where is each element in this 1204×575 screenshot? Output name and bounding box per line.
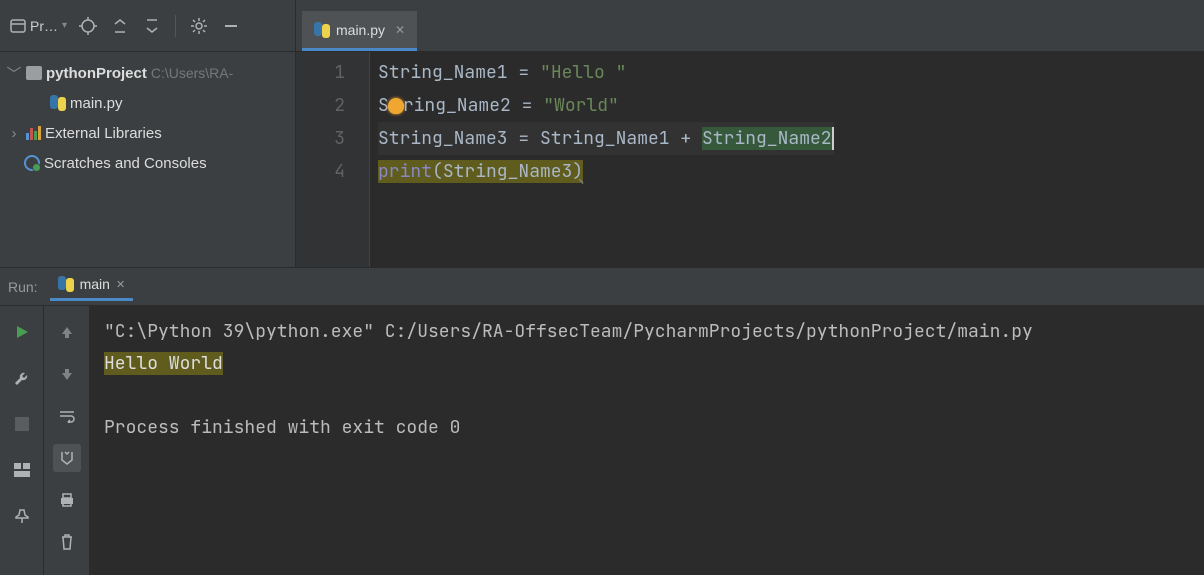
console-output-line: Hello World: [104, 348, 1190, 380]
pin-icon[interactable]: [8, 502, 36, 530]
external-libraries-label: External Libraries: [45, 125, 162, 142]
expand-all-icon[interactable]: [105, 11, 135, 41]
down-arrow-icon[interactable]: [53, 360, 81, 388]
locate-icon[interactable]: [73, 11, 103, 41]
tree-scratches[interactable]: Scratches and Consoles: [0, 148, 295, 178]
editor-tab-bar: main.py ✕: [296, 0, 1204, 52]
editor-tab-main[interactable]: main.py ✕: [302, 11, 417, 51]
up-arrow-icon[interactable]: [53, 318, 81, 346]
python-file-icon: [314, 22, 330, 38]
soft-wrap-icon[interactable]: [53, 402, 81, 430]
run-header: Run: main ✕: [0, 268, 1204, 306]
run-tab-main[interactable]: main ✕: [50, 272, 134, 301]
folder-icon: [26, 66, 42, 80]
console-command-line: "C:\Python 39\python.exe" C:/Users/RA-Of…: [104, 316, 1190, 348]
run-console-gutter: [44, 306, 90, 575]
project-tree: ﹀ pythonProject C:\Users\RA- main.py › E…: [0, 52, 295, 184]
line-gutter: 1 2 3 4: [296, 52, 370, 267]
chevron-down-icon: ▾: [62, 20, 67, 31]
tree-external-libraries[interactable]: › External Libraries: [0, 118, 295, 148]
run-tool-window: Run: main ✕ "C:\Python 39\python.exe" C:…: [0, 268, 1204, 575]
run-left-gutter: [0, 306, 44, 575]
run-label: Run:: [8, 279, 38, 295]
project-name: pythonProject: [46, 65, 147, 82]
minimize-icon[interactable]: [216, 11, 246, 41]
scroll-to-end-icon[interactable]: [53, 444, 81, 472]
stop-icon[interactable]: [8, 410, 36, 438]
tree-file-main[interactable]: main.py: [0, 88, 295, 118]
code-content[interactable]: String_Name1 = "Hello " Sring_Name2 = "W…: [370, 52, 834, 267]
code-line-1: String_Name1 = "Hello ": [378, 56, 834, 89]
libraries-icon: [26, 126, 41, 140]
trash-icon[interactable]: [53, 528, 81, 556]
scratches-label: Scratches and Consoles: [44, 155, 207, 172]
line-number: 2: [296, 89, 345, 122]
close-run-tab-icon[interactable]: ✕: [116, 278, 125, 291]
tree-project-root[interactable]: ﹀ pythonProject C:\Users\RA-: [0, 58, 295, 88]
collapse-all-icon[interactable]: [137, 11, 167, 41]
code-line-3: String_Name3 = String_Name1 + String_Nam…: [378, 122, 834, 155]
tab-filename: main.py: [336, 22, 385, 38]
file-name: main.py: [70, 95, 123, 112]
gear-icon[interactable]: [184, 11, 214, 41]
python-file-icon: [58, 276, 74, 292]
sidebar-toolbar: Pr… ▾: [0, 0, 295, 52]
project-tool-label[interactable]: Pr… ▾: [6, 18, 71, 34]
console-output[interactable]: "C:\Python 39\python.exe" C:/Users/RA-Of…: [90, 306, 1204, 575]
line-number: 4: [296, 155, 345, 188]
line-number: 1: [296, 56, 345, 89]
wrench-icon[interactable]: [8, 364, 36, 392]
layout-icon[interactable]: [8, 456, 36, 484]
code-line-2: Sring_Name2 = "World": [378, 89, 834, 122]
project-tool-text: Pr…: [30, 18, 58, 34]
line-number: 3: [296, 122, 345, 155]
print-icon[interactable]: [53, 486, 81, 514]
project-icon: [10, 18, 26, 34]
python-file-icon: [50, 95, 66, 111]
project-path: C:\Users\RA-: [151, 65, 233, 81]
rerun-icon[interactable]: [8, 318, 36, 346]
scratches-icon: [24, 155, 40, 171]
close-tab-icon[interactable]: ✕: [395, 23, 405, 37]
code-line-4: print(String_Name3): [378, 155, 834, 188]
run-tab-name: main: [80, 276, 110, 292]
project-sidebar: Pr… ▾ ﹀ pythonProject C:\Users\RA- main.…: [0, 0, 296, 267]
code-area[interactable]: 1 2 3 4 String_Name1 = "Hello " Sring_Na…: [296, 52, 1204, 267]
code-editor: main.py ✕ 1 2 3 4 String_Name1 = "Hello …: [296, 0, 1204, 267]
console-exit-line: Process finished with exit code 0: [104, 412, 1190, 444]
lightbulb-icon[interactable]: [388, 98, 404, 114]
